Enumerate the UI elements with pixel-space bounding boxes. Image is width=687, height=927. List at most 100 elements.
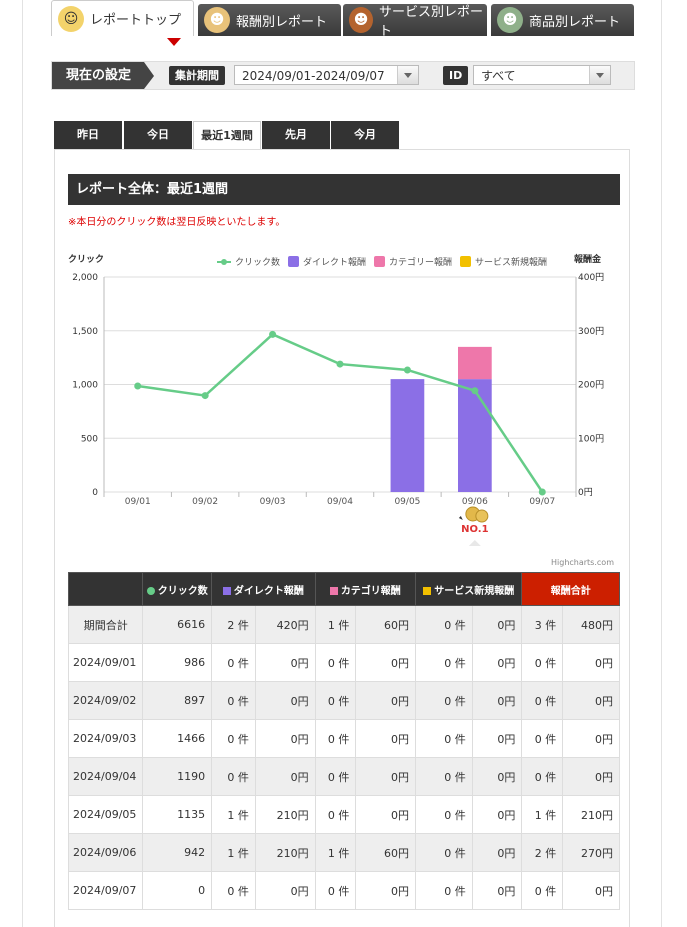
table-row: 2024/09/07 0 0 件 0円 0 件 0円 0 件 0円 0 件 0円	[67, 871, 620, 910]
id-value: すべて	[481, 69, 516, 83]
bar	[458, 379, 492, 492]
table-cell: 0 件	[521, 643, 564, 682]
table-cell: 60円	[355, 833, 417, 872]
y-right-tick-label: 100円	[578, 433, 604, 444]
x-tick-label: 09/07	[529, 497, 555, 507]
tab-this-month[interactable]: 今月	[331, 121, 399, 149]
y-left-axis-label: クリック	[68, 254, 104, 265]
legend-swatch-icon	[460, 256, 471, 267]
table-cell: 0円	[355, 719, 417, 758]
table-cell: 0 件	[415, 757, 473, 796]
table-cell: 0円	[471, 605, 523, 644]
settings-bar: 現在の設定 集計期間 2024/09/01-2024/09/07 ID すべて	[51, 61, 635, 90]
table-cell: 986	[142, 643, 213, 682]
table-row: 2024/09/06 942 1 件 210円 1 件 60円 0 件 0円 2 件 270円	[67, 833, 620, 872]
clicks-point	[336, 360, 344, 368]
clicks-point	[403, 366, 411, 374]
header-service: サービス新規報酬	[415, 572, 523, 606]
table-cell: 0円	[471, 795, 523, 834]
table-cell: 0 件	[211, 871, 256, 910]
y-left-tick-label: 1,000	[72, 381, 98, 391]
table-cell: 1 件	[314, 605, 357, 644]
bear-icon: ☻	[349, 7, 373, 33]
row-label: 2024/09/04	[67, 757, 144, 796]
table-cell: 6616	[142, 605, 213, 644]
table-cell: 0 件	[415, 871, 473, 910]
x-tick-label: 09/05	[394, 497, 420, 507]
header-direct: ダイレクト報酬	[211, 572, 316, 606]
direct-square-icon	[222, 586, 231, 595]
samurai-icon: ☺	[58, 5, 84, 32]
x-tick-label: 09/04	[327, 497, 353, 507]
table-cell: 0円	[355, 643, 417, 682]
table-cell: 0 件	[211, 643, 256, 682]
table-cell: 1135	[142, 795, 213, 834]
table-cell: 0 件	[415, 681, 473, 720]
table-cell: 0円	[355, 795, 417, 834]
table-cell: 0円	[355, 681, 417, 720]
tab-last-month[interactable]: 先月	[262, 121, 330, 149]
table-row: 2024/09/04 1190 0 件 0円 0 件 0円 0 件 0円 0 件 0円	[67, 757, 620, 796]
period-select[interactable]: 2024/09/01-2024/09/07	[234, 65, 419, 85]
header-blank	[67, 572, 144, 606]
table-cell: 0 件	[415, 795, 473, 834]
clicks-point	[538, 488, 546, 496]
tab-reward-report[interactable]: ☻ 報酬別レポート	[198, 4, 341, 36]
table-cell: 1 件	[521, 795, 564, 834]
bar	[390, 379, 425, 492]
header-clicks: クリック数	[142, 572, 213, 606]
table-cell: 0 件	[415, 719, 473, 758]
table-cell: 1 件	[314, 833, 357, 872]
table-cell: 1466	[142, 719, 213, 758]
table-cell: 420円	[254, 605, 316, 644]
coin-icon	[475, 509, 489, 523]
header-total: 報酬合計	[521, 572, 620, 606]
table-cell: 0 件	[211, 681, 256, 720]
table-cell: 0円	[471, 833, 523, 872]
row-label: 2024/09/01	[67, 643, 144, 682]
row-label: 2024/09/03	[67, 719, 144, 758]
chart-axes: 0 0円 500 100円 1,000 200円 1,500 300円 2,000 400円 09/…	[68, 253, 604, 507]
tab-report-top[interactable]: ☺ レポートトップ	[51, 0, 194, 36]
chart-legend: クリック数 ダイレクト報酬 カテゴリー報酬 サービス新規報酬	[217, 256, 547, 268]
x-tick-label: 09/02	[192, 497, 218, 507]
table-row: 期間合計 6616 2 件 420円 1 件 60円 0 件 0円 3 件 480円	[67, 605, 620, 644]
tab-service-report[interactable]: ☻ サービス別レポート	[343, 4, 487, 39]
table-cell: 210円	[254, 833, 316, 872]
table-cell: 1 件	[211, 833, 256, 872]
id-select[interactable]: すべて	[473, 65, 611, 85]
table-cell: 0 件	[211, 757, 256, 796]
legend-label: サービス新規報酬	[475, 256, 547, 268]
tab-today[interactable]: 今日	[124, 121, 192, 149]
table-cell: 0	[142, 871, 213, 910]
table-cell: 0円	[355, 757, 417, 796]
table-cell: 60円	[355, 605, 417, 644]
y-right-tick-label: 400円	[578, 272, 604, 283]
tab-yesterday[interactable]: 昨日	[54, 121, 122, 149]
table-cell: 210円	[254, 795, 316, 834]
table-row: 2024/09/05 1135 1 件 210円 0 件 0円 0 件 0円 1 件 210円	[67, 795, 620, 834]
tab-last-week[interactable]: 最近1週間	[193, 121, 261, 149]
sparkle-icon	[458, 516, 463, 520]
table-cell: 0円	[562, 757, 620, 796]
category-square-icon	[329, 586, 338, 595]
row-label: 2024/09/05	[67, 795, 144, 834]
chevron-down-icon	[397, 66, 418, 84]
table-cell: 0 件	[415, 605, 473, 644]
y-right-tick-label: 200円	[578, 380, 604, 391]
chart-credit: Highcharts.com	[551, 558, 614, 567]
table-cell: 0円	[471, 681, 523, 720]
row-label: 2024/09/07	[67, 871, 144, 910]
clicks-point	[269, 330, 277, 338]
tab-product-report[interactable]: ☻ 商品別レポート	[491, 4, 634, 36]
legend-label: ダイレクト報酬	[303, 256, 366, 268]
table-row: 2024/09/03 1466 0 件 0円 0 件 0円 0 件 0円 0 件 0円	[67, 719, 620, 758]
legend-label: クリック数	[235, 256, 280, 268]
y-left-tick-label: 0	[92, 488, 98, 498]
table-cell: 2 件	[211, 605, 256, 644]
legend-swatch-icon	[288, 256, 299, 267]
legend-label: カテゴリー報酬	[389, 256, 452, 268]
row-label: 2024/09/06	[67, 833, 144, 872]
table-cell: 0円	[254, 719, 316, 758]
clicks-point	[134, 382, 142, 390]
